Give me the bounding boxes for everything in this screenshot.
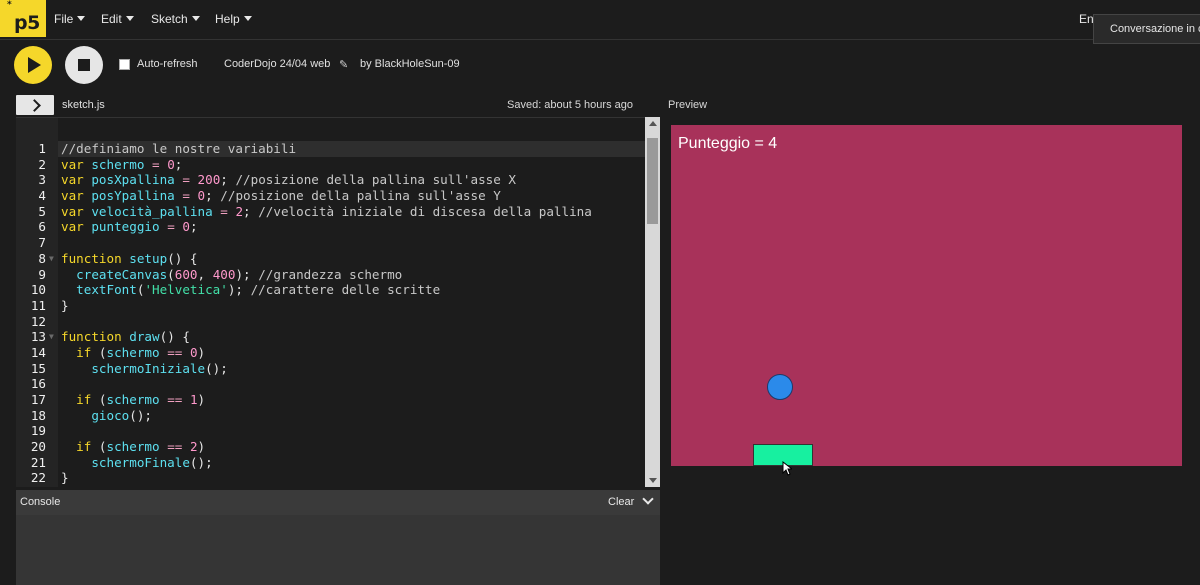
line-number: 14 bbox=[30, 344, 46, 360]
chevron-down-icon bbox=[125, 16, 134, 21]
fold-arrow-icon[interactable]: ▼ bbox=[49, 329, 54, 345]
code-editor[interactable]: 1 //definiamo le nostre variabili 2 var sch… bbox=[16, 117, 660, 487]
code-text: var posYpallina = 0; //posizione della p… bbox=[61, 188, 501, 204]
code-text: gioco(); bbox=[91, 407, 153, 423]
console-clear-button[interactable]: Clear bbox=[608, 496, 634, 508]
project-name[interactable]: CoderDojo 24/04 web bbox=[224, 58, 330, 70]
line-number: 7 bbox=[38, 235, 46, 251]
code-text: function setup() { bbox=[61, 250, 198, 266]
chevron-down-icon bbox=[243, 16, 252, 21]
line-number: 11 bbox=[30, 297, 46, 313]
logo-asterisk: * bbox=[7, 0, 12, 10]
pencil-icon[interactable]: ✎ bbox=[339, 58, 348, 71]
menu-edit-label: Edit bbox=[101, 12, 122, 26]
mouse-cursor-icon bbox=[782, 461, 792, 476]
preview-canvas[interactable]: Punteggio = 4 bbox=[671, 125, 1182, 466]
line-number: 21 bbox=[30, 454, 46, 470]
console-header: Console Clear bbox=[16, 490, 660, 515]
code-text: schermoIniziale(); bbox=[91, 360, 228, 376]
scroll-down-icon[interactable] bbox=[649, 478, 657, 483]
chevron-down-icon bbox=[77, 16, 86, 21]
code-text: schermoFinale(); bbox=[91, 454, 213, 470]
code-text: var velocità_pallina = 2; //velocità ini… bbox=[61, 203, 592, 219]
code-text: var schermo = 0; bbox=[61, 156, 183, 172]
score-text: Punteggio = 4 bbox=[678, 135, 778, 152]
line-number: 2 bbox=[38, 156, 46, 172]
code-text: if (schermo == 1) bbox=[76, 392, 206, 407]
line-number: 17 bbox=[30, 392, 46, 407]
top-nav: p5 * File Edit Sketch Help En bbox=[0, 0, 1200, 40]
author-link[interactable]: by BlackHoleSun-09 bbox=[360, 58, 460, 70]
line-number: 22 bbox=[30, 470, 46, 486]
saved-status: Saved: about 5 hours ago bbox=[507, 99, 633, 111]
code-text: //definiamo le nostre variabili bbox=[61, 141, 297, 156]
code-text: createCanvas(600, 400); //grandezza sche… bbox=[76, 266, 403, 282]
code-text: var posXpallina = 200; //posizione della… bbox=[61, 172, 516, 188]
menu-sketch[interactable]: Sketch bbox=[151, 12, 200, 26]
auto-refresh-checkbox[interactable] bbox=[119, 59, 130, 70]
line-number: 1 bbox=[38, 141, 46, 156]
console-title: Console bbox=[20, 496, 61, 508]
stop-button[interactable] bbox=[65, 46, 103, 84]
line-number: 15 bbox=[30, 360, 46, 376]
code-text: if (schermo == 2) bbox=[76, 439, 206, 455]
menu-edit[interactable]: Edit bbox=[101, 12, 134, 26]
p5-logo[interactable]: p5 * bbox=[0, 0, 46, 37]
menu-sketch-label: Sketch bbox=[151, 12, 188, 26]
line-number: 4 bbox=[38, 188, 46, 204]
file-name: sketch.js bbox=[62, 99, 105, 111]
console-output bbox=[16, 515, 660, 585]
code-text: var punteggio = 0; bbox=[61, 219, 198, 235]
sidebar-toggle-button[interactable] bbox=[16, 95, 54, 115]
chevron-down-icon[interactable] bbox=[642, 493, 654, 505]
code-text: if (schermo == 0) bbox=[76, 344, 206, 360]
line-number: 18 bbox=[30, 407, 46, 423]
code-text: } bbox=[61, 470, 69, 486]
editor-scrollbar-thumb[interactable] bbox=[647, 138, 658, 224]
preview-label: Preview bbox=[668, 99, 708, 111]
line-number: 5 bbox=[38, 203, 46, 219]
line-number: 9 bbox=[38, 266, 46, 282]
line-number: 6 bbox=[38, 219, 46, 235]
line-number: 8 bbox=[38, 250, 46, 266]
ball bbox=[767, 374, 793, 400]
chevron-down-icon bbox=[191, 16, 200, 21]
menu-help[interactable]: Help bbox=[215, 12, 252, 26]
scroll-up-icon[interactable] bbox=[649, 121, 657, 126]
play-button[interactable] bbox=[14, 46, 52, 84]
line-number: 3 bbox=[38, 172, 46, 188]
line-number: 12 bbox=[30, 313, 46, 329]
menu-file[interactable]: File bbox=[54, 12, 86, 26]
line-number: 20 bbox=[30, 439, 46, 455]
code-text: } bbox=[61, 297, 69, 313]
line-number: 10 bbox=[30, 282, 46, 298]
auto-refresh-label: Auto-refresh bbox=[137, 58, 198, 70]
fold-arrow-icon[interactable]: ▼ bbox=[49, 251, 54, 267]
line-number: 19 bbox=[30, 423, 46, 439]
code-text: function draw() { bbox=[61, 329, 190, 345]
menu-help-label: Help bbox=[215, 12, 240, 26]
logo-text: p5 bbox=[14, 12, 40, 34]
line-number: 13 bbox=[30, 329, 46, 345]
tooltip: Conversazione in c bbox=[1093, 14, 1200, 44]
code-text: textFont('Helvetica'); //carattere delle… bbox=[76, 282, 441, 298]
menu-file-label: File bbox=[54, 12, 74, 26]
language-selector[interactable]: En bbox=[1079, 12, 1094, 26]
line-number: 16 bbox=[30, 376, 46, 392]
